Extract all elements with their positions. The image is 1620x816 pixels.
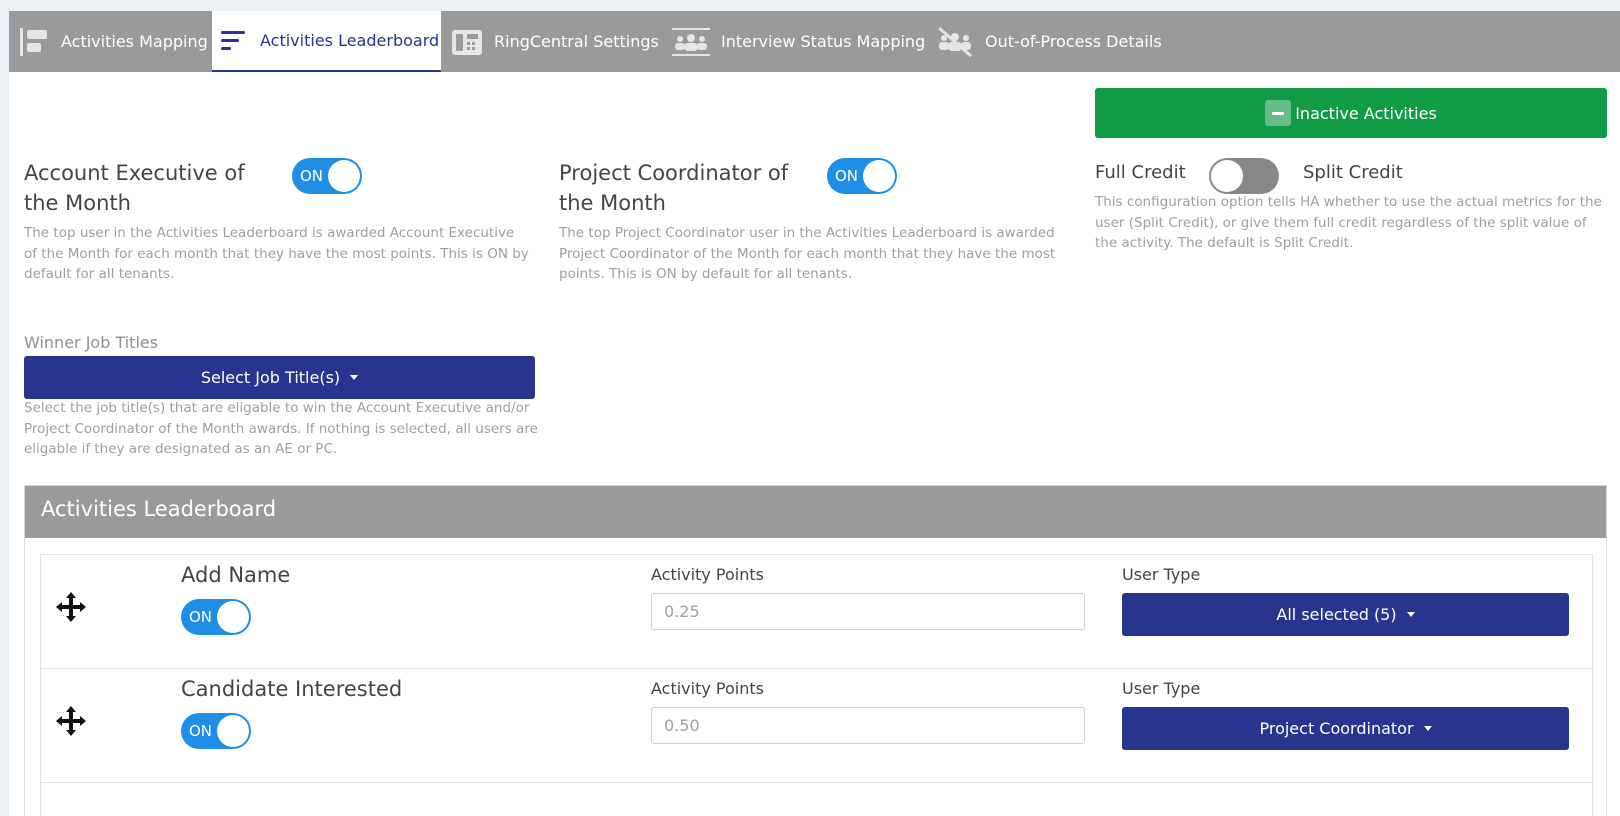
winner-job-titles-description: Select the job title(s) that are eligabl… bbox=[24, 400, 538, 457]
caret-down-icon bbox=[350, 375, 359, 380]
move-icon[interactable] bbox=[55, 591, 87, 623]
toggle-state: ON bbox=[835, 167, 859, 185]
user-type-value: Project Coordinator bbox=[1259, 719, 1414, 738]
toggle-state: ON bbox=[189, 722, 213, 740]
minus-icon bbox=[1265, 100, 1292, 126]
leaderboard-row: Add Name ON Activity Points 0.25 User Ty… bbox=[40, 554, 1593, 669]
tab-label: Interview Status Mapping bbox=[721, 32, 926, 51]
leaderboard-row: Candidate Interested ON Activity Points … bbox=[40, 668, 1593, 783]
user-type-dropdown[interactable]: All selected (5) bbox=[1122, 593, 1569, 636]
credit-toggle[interactable] bbox=[1209, 158, 1279, 194]
toggle-state: ON bbox=[300, 167, 324, 185]
tab-bar: Activities Mapping Activities Leaderboar… bbox=[9, 11, 1620, 72]
pc-of-month-description: The top Project Coordinator user in the … bbox=[559, 225, 1056, 282]
credit-description: This configuration option tells HA wheth… bbox=[1095, 194, 1602, 251]
winner-job-titles-label: Winner Job Titles bbox=[24, 333, 159, 352]
tab-label: Activities Leaderboard bbox=[260, 31, 440, 50]
activity-points-input[interactable]: 0.25 bbox=[651, 593, 1085, 630]
group-icon bbox=[671, 25, 711, 59]
pc-of-month-toggle[interactable]: ON bbox=[827, 158, 897, 194]
tab-ringcentral-settings[interactable]: RingCentral Settings bbox=[450, 11, 669, 72]
pc-of-month-title: Project Coordinator of the Month bbox=[559, 161, 789, 215]
toggle-state: ON bbox=[189, 608, 213, 626]
tab-label: RingCentral Settings bbox=[494, 32, 659, 51]
activity-points-input[interactable]: 0.50 bbox=[651, 707, 1085, 744]
ae-of-month-toggle[interactable]: ON bbox=[292, 158, 362, 194]
full-credit-label: Full Credit bbox=[1095, 162, 1186, 183]
activity-toggle[interactable]: ON bbox=[181, 599, 251, 635]
tab-label: Activities Mapping bbox=[61, 32, 208, 51]
ae-of-month-description: The top user in the Activities Leaderboa… bbox=[24, 225, 529, 282]
caret-down-icon bbox=[1423, 726, 1432, 731]
select-job-titles-button[interactable]: Select Job Title(s) bbox=[24, 356, 535, 399]
app-window: Activities Mapping Activities Leaderboar… bbox=[9, 11, 1620, 816]
ae-of-month-title: Account Executive of the Month bbox=[24, 161, 245, 215]
leaderboard-row-partial bbox=[40, 782, 1593, 816]
activity-points-label: Activity Points bbox=[651, 565, 764, 584]
activity-points-label: Activity Points bbox=[651, 679, 764, 698]
panel-title: Activities Leaderboard bbox=[25, 486, 1606, 538]
tab-activities-mapping[interactable]: Activities Mapping bbox=[17, 11, 213, 72]
leaderboard-icon bbox=[216, 24, 250, 58]
user-type-value: All selected (5) bbox=[1276, 605, 1397, 624]
activities-leaderboard-panel: Activities Leaderboard Add Name ON Activ… bbox=[24, 485, 1607, 816]
caret-down-icon bbox=[1406, 612, 1415, 617]
tab-activities-leaderboard[interactable]: Activities Leaderboard bbox=[212, 11, 441, 72]
user-type-label: User Type bbox=[1122, 565, 1201, 584]
toggle-knob bbox=[217, 715, 249, 747]
tab-interview-status-mapping[interactable]: Interview Status Mapping bbox=[671, 11, 931, 72]
toggle-knob bbox=[863, 160, 895, 192]
toggle-knob bbox=[217, 601, 249, 633]
user-type-dropdown[interactable]: Project Coordinator bbox=[1122, 707, 1569, 750]
select-job-titles-label: Select Job Title(s) bbox=[200, 368, 341, 387]
activity-toggle[interactable]: ON bbox=[181, 713, 251, 749]
inactive-activities-label: Inactive Activities bbox=[1295, 103, 1437, 123]
activities-mapping-icon bbox=[17, 25, 51, 59]
toggle-knob bbox=[328, 160, 360, 192]
inactive-activities-button[interactable]: Inactive Activities bbox=[1095, 88, 1607, 138]
user-type-label: User Type bbox=[1122, 679, 1201, 698]
tab-label: Out-of-Process Details bbox=[985, 32, 1162, 51]
toggle-knob bbox=[1211, 160, 1243, 192]
move-icon[interactable] bbox=[55, 705, 87, 737]
group-off-icon bbox=[935, 25, 975, 59]
tab-out-of-process-details[interactable]: Out-of-Process Details bbox=[935, 11, 1175, 72]
split-credit-label: Split Credit bbox=[1303, 162, 1403, 183]
phone-icon bbox=[450, 25, 484, 59]
activity-name: Add Name bbox=[181, 563, 291, 587]
activity-name: Candidate Interested bbox=[181, 677, 403, 701]
